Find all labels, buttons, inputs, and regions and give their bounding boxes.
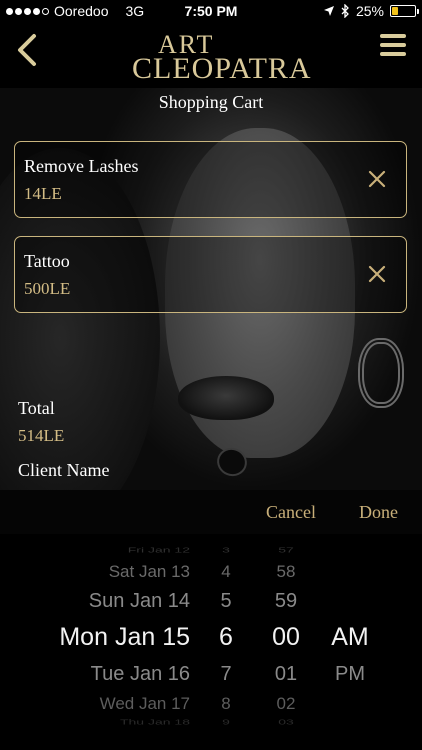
close-icon xyxy=(368,265,386,283)
picker-option: 57 xyxy=(278,545,294,555)
picker-date-wheel[interactable]: Fri Jan 12 Sat Jan 13 Sun Jan 14 Mon Jan… xyxy=(40,534,190,750)
picker-option-selected: 6 xyxy=(219,623,233,651)
remove-item-button[interactable] xyxy=(366,263,388,285)
picker-option: 3 xyxy=(222,545,230,555)
cancel-button[interactable]: Cancel xyxy=(266,502,316,523)
picker-option: Sun Jan 14 xyxy=(88,590,190,612)
done-button[interactable]: Done xyxy=(359,502,398,523)
remove-item-button[interactable] xyxy=(366,168,388,190)
picker-option: 8 xyxy=(221,694,231,713)
cart-item[interactable]: Remove Lashes 14LE xyxy=(14,141,407,218)
picker-option: 9 xyxy=(222,717,230,727)
picker-option: PM xyxy=(335,663,365,685)
cart-item-price: 500LE xyxy=(24,279,71,298)
picker-option: Wed Jan 17 xyxy=(99,694,190,713)
app-logo: ART CLEOPATRA xyxy=(110,26,312,86)
picker-option: 4 xyxy=(221,562,231,581)
picker-option: 03 xyxy=(278,717,294,727)
photo-earring xyxy=(358,338,404,408)
app-header: ART CLEOPATRA xyxy=(0,22,422,88)
picker-option: Tue Jan 16 xyxy=(90,663,190,685)
picker-option-selected: AM xyxy=(331,623,369,651)
picker-option-selected: 00 xyxy=(272,623,300,651)
total-label: Total xyxy=(18,398,55,418)
status-bar: Ooredoo 3G 7:50 PM 25% xyxy=(0,0,422,22)
picker-option: 5 xyxy=(220,590,232,612)
cart-item-price: 14LE xyxy=(24,184,62,203)
picker-ampm-wheel[interactable]: AM PM xyxy=(325,534,375,750)
picker-option: Thu Jan 18 xyxy=(119,717,190,727)
date-time-picker: Fri Jan 12 Sat Jan 13 Sun Jan 14 Mon Jan… xyxy=(0,534,422,750)
picker-option: Sat Jan 13 xyxy=(108,562,190,581)
picker-hour-wheel[interactable]: 3 4 5 6 7 8 9 xyxy=(208,534,244,750)
picker-option: 58 xyxy=(276,562,296,581)
battery-icon xyxy=(390,5,419,17)
battery-level xyxy=(392,7,398,15)
location-arrow-icon xyxy=(323,6,334,16)
close-icon xyxy=(368,170,386,188)
total-value: 514LE xyxy=(18,426,65,445)
status-right: 25% xyxy=(323,3,419,19)
battery-percent: 25% xyxy=(355,3,384,19)
logo-text-cleopatra: CLEOPATRA xyxy=(132,52,312,85)
picker-option: 7 xyxy=(220,663,232,685)
picker-minute-wheel[interactable]: 57 58 59 00 01 02 03 xyxy=(266,534,306,750)
menu-button[interactable] xyxy=(380,34,406,58)
picker-option: 01 xyxy=(274,663,298,685)
hamburger-icon xyxy=(380,34,406,56)
client-name-label: Client Name xyxy=(18,460,110,480)
picker-option: Fri Jan 12 xyxy=(127,545,190,555)
picker-option: 02 xyxy=(276,694,296,713)
back-button[interactable] xyxy=(12,30,46,70)
picker-option: 59 xyxy=(274,590,298,612)
picker-option-selected: Mon Jan 15 xyxy=(59,623,190,651)
cart-item-name: Tattoo xyxy=(24,251,70,271)
chevron-left-icon xyxy=(18,34,36,66)
photo-lips xyxy=(178,376,274,420)
cart-item[interactable]: Tattoo 500LE xyxy=(14,236,407,313)
page-title: Shopping Cart xyxy=(158,92,264,112)
picker-toolbar: Cancel Done xyxy=(0,490,422,534)
cart-item-name: Remove Lashes xyxy=(24,156,139,176)
bluetooth-icon xyxy=(341,4,349,18)
